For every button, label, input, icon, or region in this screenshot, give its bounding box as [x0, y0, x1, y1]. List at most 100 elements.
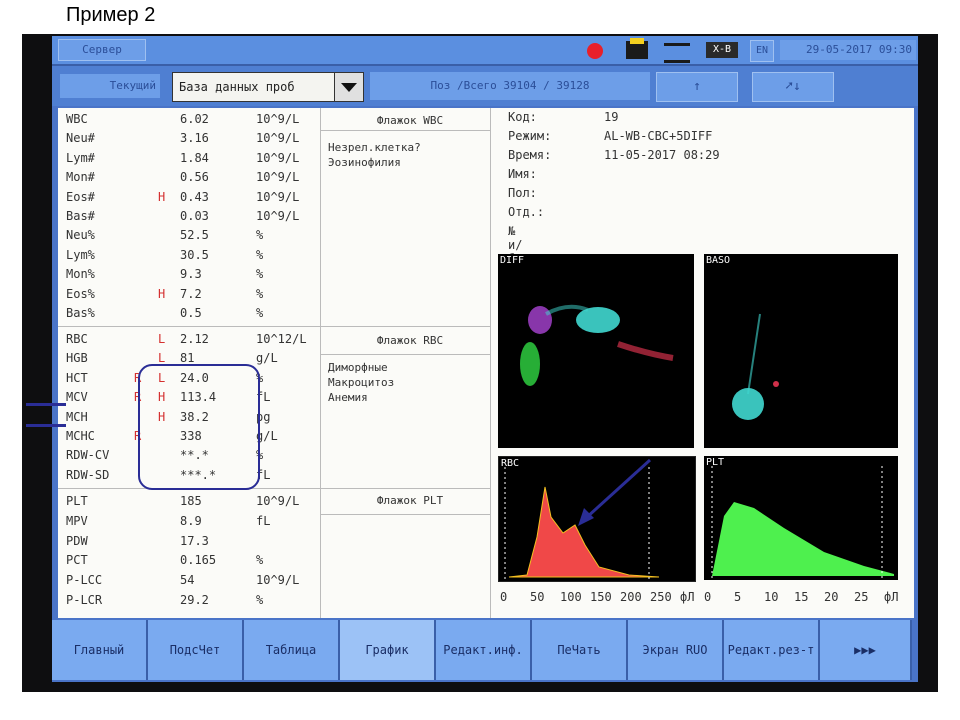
- record-toolbar: Текущий База данных проб Поз /Всего 3910…: [52, 66, 918, 106]
- divider: [320, 354, 490, 355]
- table-button[interactable]: Таблица: [244, 620, 340, 680]
- neutrophil-cluster: [576, 307, 620, 333]
- param-name: RDW-CV: [66, 448, 110, 463]
- param-unit: %: [256, 553, 264, 568]
- sample-key: Код:: [508, 110, 537, 124]
- param-unit: 10^9/L: [256, 189, 300, 204]
- sample-key: Имя:: [508, 167, 537, 181]
- param-name: MCV: [66, 390, 88, 405]
- param-name: Bas%: [66, 306, 95, 320]
- analyzer-screen: Сервер X-B EN 29-05-2017 09:30 Текущий Б…: [26, 36, 918, 682]
- divider: [320, 130, 490, 131]
- plt-curve: [712, 502, 894, 576]
- param-name: Bas#: [66, 209, 95, 223]
- axis-tick-label: 250: [650, 590, 672, 604]
- param-name: Mon#: [66, 170, 95, 185]
- edit-info-button[interactable]: Редакт.инф.: [436, 620, 532, 680]
- record-icon[interactable]: [587, 43, 603, 59]
- print-button[interactable]: ПеЧать: [532, 620, 628, 680]
- results-panel: WBC 6.02 10^9/L Neu# 3.16 10^9/L Lym# 1.84 10^9/…: [26, 108, 914, 618]
- top-status-bar: Сервер X-B EN 29-05-2017 09:30: [52, 36, 918, 66]
- server-button[interactable]: Сервер: [58, 39, 146, 61]
- rbc-flag-list: Диморфные Макроцитоз Анемия: [328, 360, 394, 405]
- param-value: 0.56: [180, 170, 209, 185]
- graph-button[interactable]: График: [340, 620, 436, 680]
- arrow-shaft: [584, 458, 652, 520]
- param-name: PLT: [66, 494, 88, 508]
- divider: [58, 488, 490, 489]
- divider: [320, 514, 490, 515]
- rbc-flag-header: Флажок RBC: [376, 334, 444, 347]
- plt-histogram: PLT: [704, 456, 898, 580]
- printer-icon[interactable]: [626, 38, 648, 59]
- axis-tick-label: 200: [620, 590, 642, 604]
- divider: [490, 108, 491, 618]
- param-value: 0.5: [180, 306, 202, 320]
- flag-hl: H: [158, 286, 166, 301]
- param-name: HCT: [66, 370, 88, 385]
- count-button[interactable]: ПодсЧет: [148, 620, 244, 680]
- param-name: P-LCR: [66, 593, 103, 607]
- wbc-flag: Незрел.клетка?: [328, 141, 421, 154]
- param-unit: %: [256, 593, 264, 607]
- database-select[interactable]: База данных проб: [172, 72, 364, 102]
- rbc-flag: Анемия: [328, 391, 368, 404]
- axis-tick-label: 20: [824, 590, 839, 604]
- baso-scatter-svg: [732, 313, 779, 420]
- language-button[interactable]: EN: [750, 40, 774, 62]
- param-unit: 10^9/L: [256, 494, 300, 508]
- previous-record-button[interactable]: ↑: [656, 72, 738, 102]
- baso-dots: [773, 381, 779, 387]
- axis-tick-label: 15: [794, 590, 809, 604]
- param-name: Neu%: [66, 228, 95, 243]
- baso-scattergram: BASO: [704, 254, 898, 448]
- param-name: MCH: [66, 409, 88, 424]
- arrow-head: [578, 508, 594, 526]
- xb-icon[interactable]: X-B: [706, 42, 738, 58]
- param-name: MPV: [66, 513, 88, 528]
- chevron-down-icon[interactable]: [334, 73, 363, 101]
- param-name: P-LCC: [66, 573, 103, 588]
- rbc-flag: Макроцитоз: [328, 376, 395, 389]
- sample-value: 19: [604, 110, 619, 124]
- param-name: Mon%: [66, 267, 95, 282]
- diff-scattergram: DIFF: [498, 254, 694, 448]
- database-select-value: База данных проб: [179, 80, 295, 94]
- annotation-arrow: [578, 458, 652, 526]
- plt-histogram-svg: [711, 466, 894, 578]
- axis-tick-label: 25: [854, 590, 869, 604]
- edit-result-button[interactable]: Редакт.рез-т: [724, 620, 820, 680]
- cursor-icon: ➚: [785, 79, 793, 94]
- baso-label: BASO: [706, 255, 731, 266]
- lymphocyte-cluster: [520, 342, 540, 386]
- param-unit: %: [256, 306, 264, 320]
- sample-value: 11-05-2017 08:29: [604, 148, 720, 162]
- param-name: Lym#: [66, 150, 95, 165]
- param-unit: %: [256, 247, 264, 262]
- param-unit: g/L: [256, 351, 278, 366]
- rbc-label: RBC: [501, 458, 520, 469]
- param-value: 54: [180, 573, 195, 588]
- sample-key: Отд.:: [508, 205, 545, 219]
- param-unit: 10^9/L: [256, 573, 300, 588]
- param-value: 1.84: [180, 150, 209, 165]
- eosinophil-cluster: [528, 306, 552, 334]
- axis-tick-label: 10: [764, 590, 779, 604]
- more-button[interactable]: ▶▶▶: [820, 620, 912, 680]
- next-record-button[interactable]: ➚↓: [752, 72, 834, 102]
- param-value: 52.5: [180, 228, 209, 243]
- network-icon[interactable]: [664, 43, 690, 63]
- param-value: 3.16: [180, 131, 209, 146]
- param-unit: %: [256, 286, 264, 301]
- diff-label: DIFF: [500, 255, 525, 266]
- divider: [58, 326, 490, 327]
- main-button[interactable]: Главный: [52, 620, 148, 680]
- sample-key: Режим:: [508, 129, 552, 143]
- wbc-flag: Эозинофилия: [328, 156, 401, 169]
- param-value: 7.2: [180, 286, 202, 301]
- param-name: Eos#: [66, 189, 95, 204]
- param-name: RDW-SD: [66, 467, 110, 482]
- param-value: 0.43: [180, 189, 209, 204]
- param-name: PDW: [66, 533, 88, 548]
- ruo-screen-button[interactable]: Экран RUO: [628, 620, 724, 680]
